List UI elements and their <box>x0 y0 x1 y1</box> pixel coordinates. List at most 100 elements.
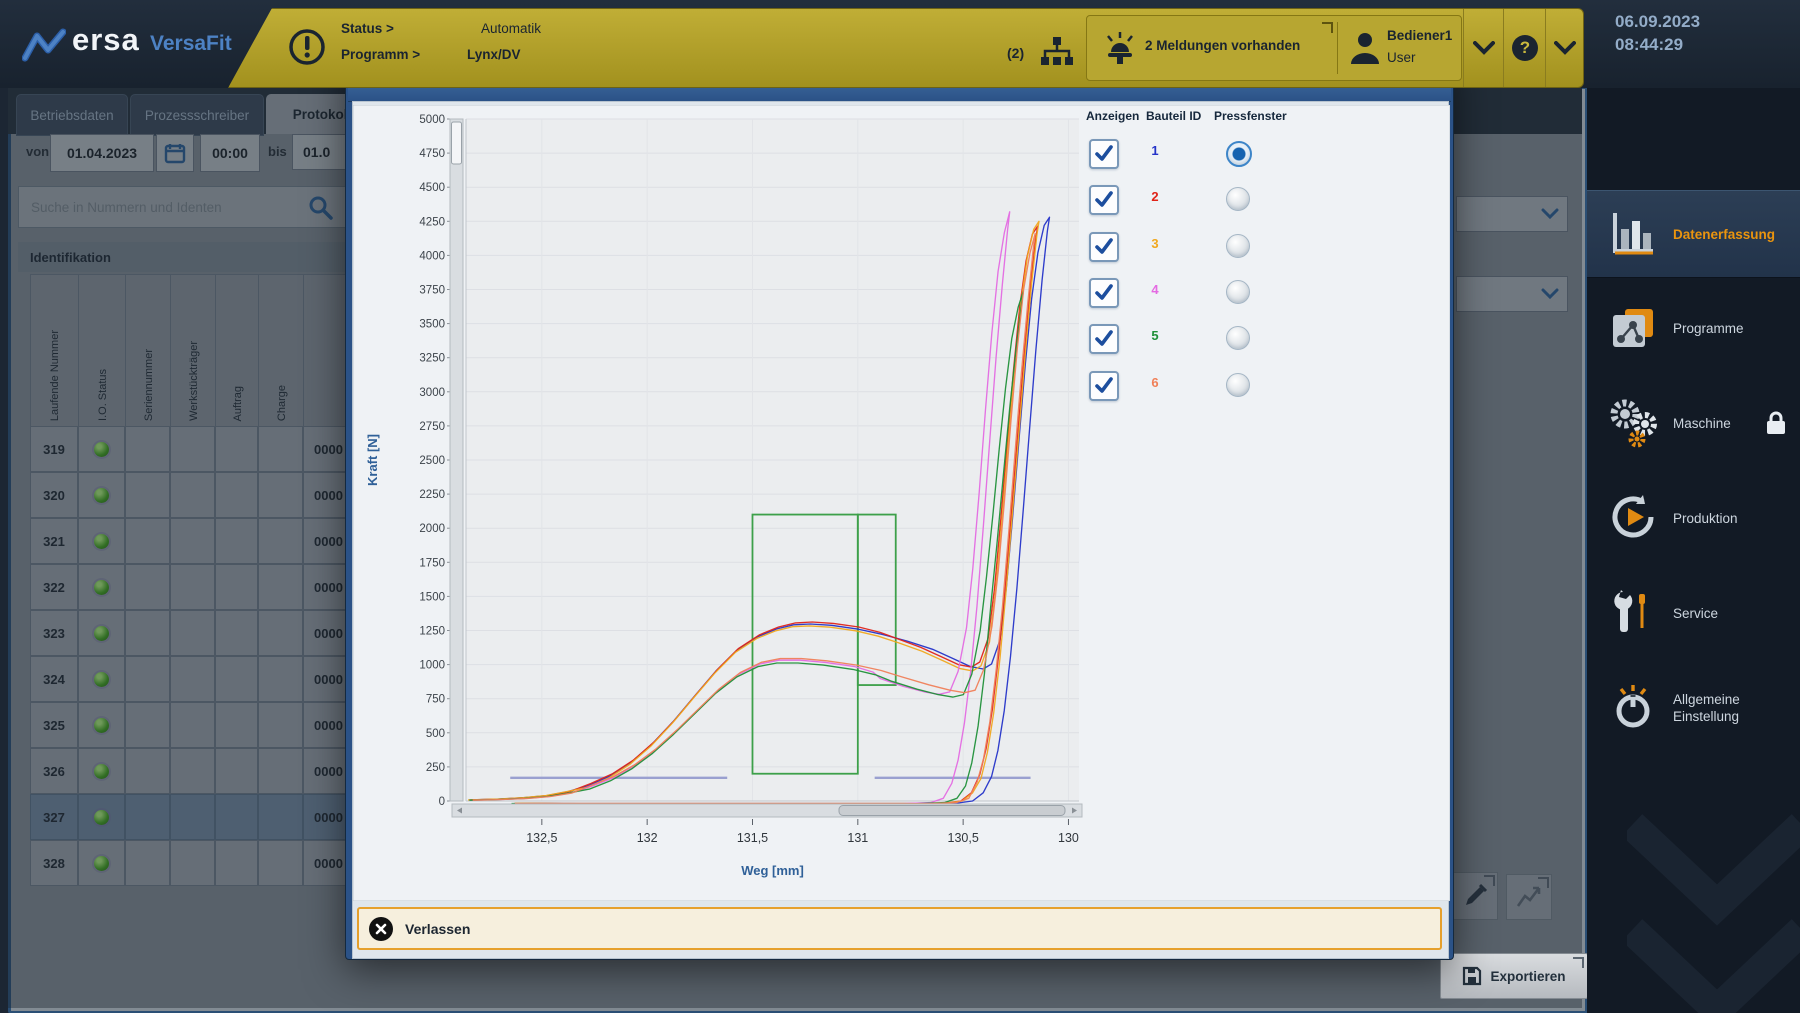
alarm-lamp-icon <box>1103 30 1137 66</box>
svg-text:131: 131 <box>847 831 868 845</box>
anzeigen-checkbox-3[interactable] <box>1089 232 1119 262</box>
app-root: ersa VersaFit Status > Automatik Program… <box>0 0 1800 1013</box>
user-icon <box>1349 30 1381 66</box>
user-role: User <box>1387 50 1416 65</box>
export-button[interactable]: Exportieren <box>1440 953 1588 999</box>
svg-text:3750: 3750 <box>419 285 445 297</box>
close-x-icon <box>369 917 393 941</box>
top-bar: ersa VersaFit Status > Automatik Program… <box>0 0 1800 88</box>
sidebar-item-allgemeine-einstellung[interactable]: Allgemeine Einstellung <box>1587 665 1800 751</box>
brand-name: ersa <box>72 22 140 58</box>
legend-header: Anzeigen <box>1086 109 1139 123</box>
svg-text:132: 132 <box>637 831 658 845</box>
sidebar-item-programme[interactable]: Programme <box>1587 285 1800 371</box>
bauteil-id-label: 1 <box>1143 143 1167 158</box>
pressfenster-radio-4[interactable] <box>1226 280 1250 304</box>
svg-text:Kraft [N]: Kraft [N] <box>365 434 380 486</box>
force-displacement-chart[interactable]: 0250500750100012501500175020002250250027… <box>353 105 1450 901</box>
datetime-display: 06.09.2023 08:44:29 <box>1615 10 1700 56</box>
pressfenster-radio-1[interactable] <box>1226 141 1252 167</box>
sidebar-nav: DatenerfassungProgramme Maschine Produktio… <box>1587 0 1800 1013</box>
bauteil-id-label: 2 <box>1143 189 1167 204</box>
brand-product: VersaFit <box>150 32 232 56</box>
status-value: Automatik <box>481 21 541 36</box>
org-chart-icon[interactable] <box>1041 35 1073 71</box>
anzeigen-checkbox-5[interactable] <box>1089 324 1119 354</box>
svg-text:130: 130 <box>1058 831 1079 845</box>
svg-text:4250: 4250 <box>419 216 445 228</box>
program-label: Programm > <box>341 47 420 62</box>
help-button[interactable]: ? <box>1503 9 1546 87</box>
date-text: 06.09.2023 <box>1615 10 1700 33</box>
sidebar-item-service[interactable]: Service <box>1587 570 1800 656</box>
svg-text:1500: 1500 <box>419 591 445 603</box>
bauteil-id-label: 5 <box>1143 328 1167 343</box>
svg-text:4750: 4750 <box>419 148 445 160</box>
anzeigen-checkbox-1[interactable] <box>1089 139 1119 169</box>
program-value: Lynx/DV <box>467 47 521 62</box>
alert-exclamation-icon <box>287 27 327 67</box>
gears-icon <box>1607 396 1659 448</box>
sidebar-item-label: Service <box>1673 570 1785 656</box>
time-text: 08:44:29 <box>1615 33 1700 56</box>
svg-text:1750: 1750 <box>419 557 445 569</box>
svg-text:2500: 2500 <box>419 455 445 467</box>
anzeigen-checkbox-6[interactable] <box>1089 371 1119 401</box>
svg-text:500: 500 <box>426 728 445 740</box>
pressfenster-radio-5[interactable] <box>1226 326 1250 350</box>
sidebar-watermark-chevrons <box>1627 770 1800 1013</box>
bauteil-id-label: 4 <box>1143 282 1167 297</box>
exit-button[interactable]: Verlassen <box>357 907 1442 950</box>
ersa-logo-icon <box>22 28 66 64</box>
sidebar-item-maschine[interactable]: Maschine <box>1587 380 1800 466</box>
sidebar-item-datenerfassung[interactable]: Datenerfassung <box>1587 190 1800 278</box>
pressfenster-radio-3[interactable] <box>1226 234 1250 258</box>
anzeigen-checkbox-4[interactable] <box>1089 278 1119 308</box>
station-badge: (2) <box>1007 45 1024 61</box>
status-label: Status > <box>341 21 394 36</box>
touch-corner-mark <box>1322 22 1333 33</box>
chevron-down-icon <box>1554 41 1576 55</box>
pressfenster-radio-6[interactable] <box>1226 373 1250 397</box>
protokoll-dialog: Protokoll 025050075010001250150017502000… <box>345 56 1454 960</box>
sidebar-item-label: Datenerfassung <box>1673 191 1785 277</box>
chevron-down-icon <box>1473 41 1495 55</box>
user-name[interactable]: Bediener1 <box>1387 28 1452 43</box>
sidebar-item-label: Produktion <box>1673 475 1785 561</box>
svg-text:1000: 1000 <box>419 660 445 672</box>
lock-icon <box>1765 410 1787 441</box>
user-dropdown-button[interactable] <box>1463 9 1504 87</box>
production-icon <box>1607 491 1659 543</box>
svg-text:132,5: 132,5 <box>526 831 557 845</box>
bauteil-id-label: 6 <box>1143 375 1167 390</box>
sidebar-item-produktion[interactable]: Produktion <box>1587 475 1800 561</box>
programs-icon <box>1607 301 1659 353</box>
svg-text:Weg [mm]: Weg [mm] <box>741 863 804 878</box>
service-icon <box>1607 586 1659 638</box>
anzeigen-checkbox-2[interactable] <box>1089 185 1119 215</box>
more-dropdown-button[interactable] <box>1545 9 1584 87</box>
help-icon: ? <box>1512 35 1538 61</box>
sidebar-item-label: Programme <box>1673 285 1785 371</box>
status-banner: Status > Automatik Programm > Lynx/DV (2… <box>228 8 1584 88</box>
svg-text:750: 750 <box>426 694 445 706</box>
svg-text:4500: 4500 <box>419 182 445 194</box>
svg-text:0: 0 <box>439 796 445 808</box>
svg-text:3250: 3250 <box>419 353 445 365</box>
panel-divider <box>1337 22 1338 74</box>
settings-icon <box>1607 681 1659 733</box>
messages-count[interactable]: 2 Meldungen vorhanden <box>1145 38 1300 53</box>
svg-text:2250: 2250 <box>419 489 445 501</box>
svg-text:3500: 3500 <box>419 319 445 331</box>
legend-header: Pressfenster <box>1214 109 1287 123</box>
save-icon <box>1462 966 1482 986</box>
bauteil-id-label: 3 <box>1143 236 1167 251</box>
svg-text:5000: 5000 <box>419 114 445 126</box>
legend-header: Bauteil ID <box>1146 109 1201 123</box>
bar-chart-icon <box>1607 207 1659 259</box>
exit-label: Verlassen <box>405 921 470 937</box>
messages-user-panel: 2 Meldungen vorhanden Bediener1 User <box>1086 15 1462 81</box>
export-label: Exportieren <box>1490 969 1565 984</box>
svg-text:1250: 1250 <box>419 626 445 638</box>
sidebar-item-label: Allgemeine Einstellung <box>1673 665 1785 751</box>
